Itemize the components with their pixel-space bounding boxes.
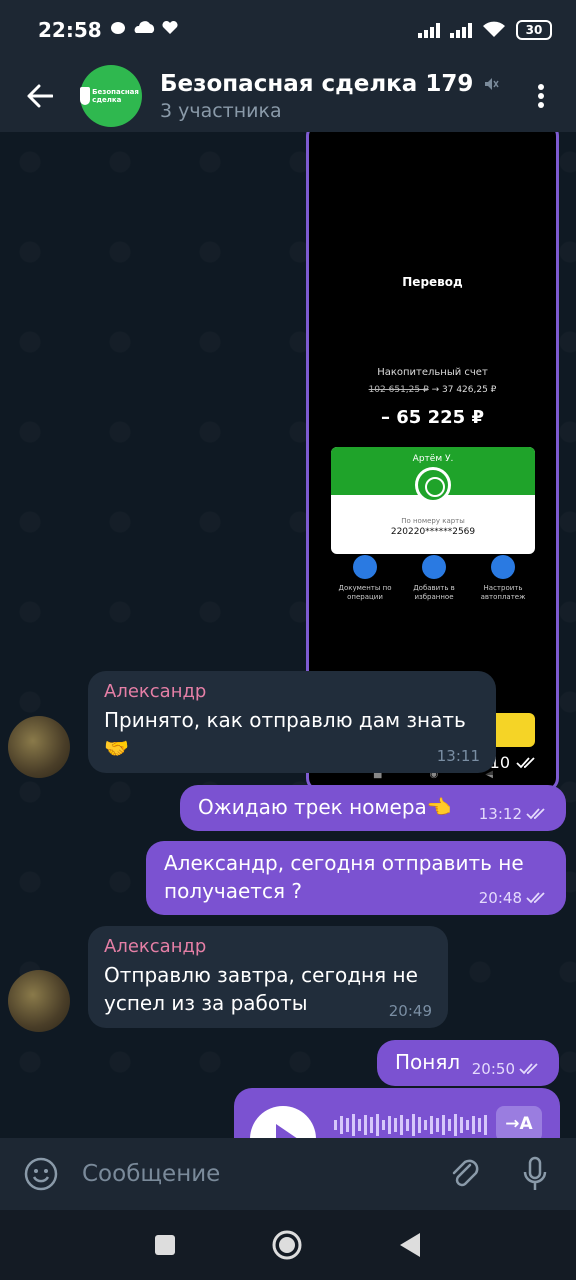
voice-message[interactable]: →A <box>234 1088 560 1138</box>
wifi-icon <box>483 21 505 37</box>
back-arrow-icon <box>27 84 53 108</box>
message-time-block: 20:50 <box>472 1060 541 1078</box>
emoji-button[interactable] <box>18 1151 64 1197</box>
screenshot-action-label: Добавить в избранное <box>413 584 455 601</box>
attach-button[interactable] <box>442 1151 488 1197</box>
muted-icon <box>485 77 499 90</box>
screenshot-action: Настроить автоплатеж <box>472 555 534 602</box>
screenshot-action-label: Документы по операции <box>338 584 392 601</box>
shield-icon <box>80 87 91 105</box>
double-check-icon <box>526 892 545 904</box>
screenshot-balance: 102 651,25 ₽ → 37 426,25 ₽ <box>309 385 556 395</box>
screenshot-card-number: 220220******2569 <box>390 527 476 537</box>
double-check-icon <box>516 756 535 768</box>
message-time: 20:48 <box>478 889 522 907</box>
message-input-bar: Сообщение <box>0 1138 576 1210</box>
message-time: 13:11 <box>436 747 480 765</box>
balance-arrow: → <box>431 385 440 395</box>
screenshot-action: Документы по операции <box>334 555 396 602</box>
emoji-icon <box>24 1157 58 1191</box>
signal-icon <box>418 22 440 38</box>
participants-count: 3 участника <box>160 99 282 122</box>
message-time: 20:50 <box>471 1060 515 1078</box>
star-icon <box>422 555 446 579</box>
system-navbar <box>0 1210 576 1280</box>
sender-name: Александр <box>104 681 207 702</box>
double-check-icon <box>519 1063 538 1075</box>
screenshot-actions: Документы по операции Добавить в избранн… <box>334 555 534 602</box>
screenshot-action-label: Настроить автоплатеж <box>480 584 526 601</box>
notification-icons-svg <box>110 20 178 34</box>
chat-area[interactable]: Перевод Накопительный счет 102 651,25 ₽ … <box>0 132 576 1138</box>
document-icon <box>353 555 377 579</box>
message-input[interactable]: Сообщение <box>82 1161 442 1187</box>
waveform[interactable] <box>334 1114 487 1136</box>
more-vert-icon <box>538 84 544 108</box>
incoming-message[interactable]: Александр Отправлю завтра, сегодня не ус… <box>88 926 448 1028</box>
status-time: 22:58 <box>38 18 102 42</box>
recents-button[interactable] <box>154 1234 176 1256</box>
screenshot-account: Накопительный счет <box>377 367 488 378</box>
back-button[interactable] <box>0 60 80 132</box>
chat-info[interactable]: Безопасная сделка 179 3 участника <box>160 71 499 122</box>
message-time: 20:49 <box>388 1002 432 1020</box>
screenshot-title: Перевод <box>402 275 463 289</box>
check-icon <box>415 467 451 503</box>
transcribe-button[interactable]: →A <box>496 1106 542 1138</box>
avatar-logo-text: Безопасная сделка <box>92 88 139 104</box>
screenshot-amount: – 65 225 ₽ <box>381 407 484 428</box>
more-menu-button[interactable] <box>506 83 576 109</box>
message-time-block: 20:48 <box>479 889 548 907</box>
message-time: 13:12 <box>478 805 522 823</box>
chat-title: Безопасная сделка 179 <box>160 70 474 97</box>
home-button[interactable] <box>272 1230 302 1260</box>
notification-icons <box>110 20 188 40</box>
back-nav-button[interactable] <box>398 1232 422 1258</box>
paperclip-icon <box>452 1159 479 1187</box>
play-button[interactable] <box>250 1106 316 1138</box>
screenshot-via: По номеру карты <box>401 517 465 525</box>
chat-header: Безопасная сделка Безопасная сделка 179 … <box>0 60 576 132</box>
message-time-block: 13:12 <box>479 805 548 823</box>
outgoing-message[interactable]: Понял 20:50 <box>377 1040 559 1086</box>
outgoing-message[interactable]: Александр, сегодня отправить не получает… <box>146 841 566 915</box>
play-icon <box>276 1124 297 1138</box>
incoming-message[interactable]: Александр Принято, как отправлю дам знат… <box>88 671 496 773</box>
forward-icon <box>491 555 515 579</box>
signal-icon-2 <box>450 22 472 38</box>
balance-old: 102 651,25 ₽ <box>368 385 429 395</box>
outgoing-message[interactable]: Ожидаю трек номера👈 13:12 <box>180 785 566 831</box>
voice-record-button[interactable] <box>512 1151 558 1197</box>
avatar[interactable] <box>8 970 70 1032</box>
microphone-icon <box>523 1156 547 1190</box>
status-bar: 22:58 30 <box>0 0 576 60</box>
balance-new: 37 426,25 ₽ <box>442 385 497 395</box>
screenshot-action: Добавить в избранное <box>403 555 465 602</box>
message-text: Принято, как отправлю дам знать 🤝 <box>104 708 466 760</box>
group-avatar[interactable]: Безопасная сделка <box>80 65 142 127</box>
double-check-icon <box>526 808 545 820</box>
screenshot-card: Артём У. По номеру карты 220220******256… <box>331 447 535 554</box>
message-text: Отправлю завтра, сегодня не успел из за … <box>104 963 418 1015</box>
avatar[interactable] <box>8 716 70 778</box>
sender-name: Александр <box>104 936 207 957</box>
battery-icon: 30 <box>516 20 552 40</box>
